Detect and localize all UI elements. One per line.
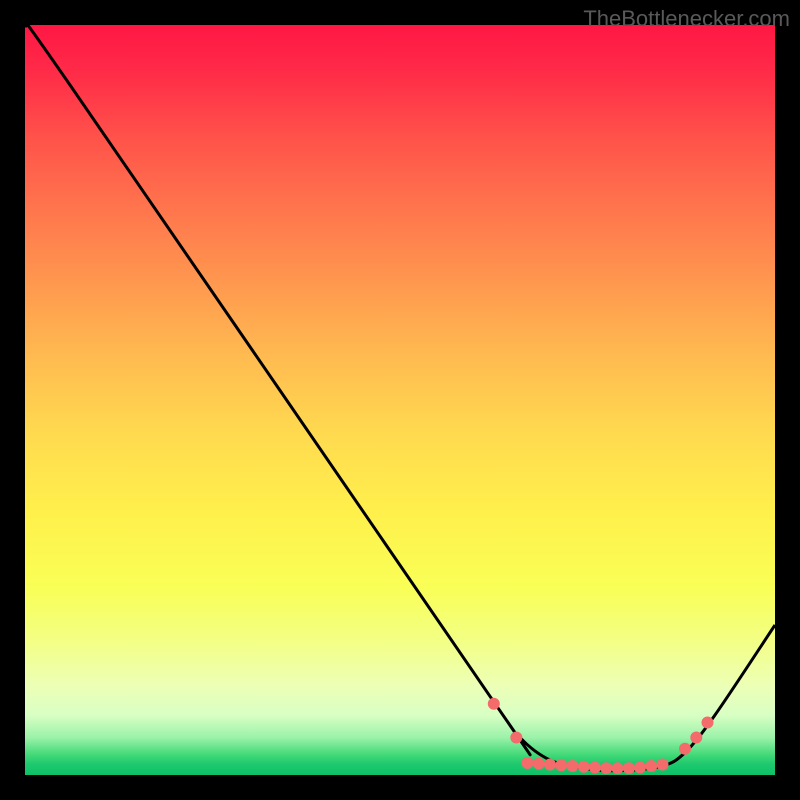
data-marker bbox=[544, 759, 556, 771]
data-marker bbox=[522, 757, 534, 769]
data-marker bbox=[510, 732, 522, 744]
data-marker bbox=[488, 698, 500, 710]
data-marker bbox=[657, 759, 669, 771]
data-marker bbox=[645, 760, 657, 772]
data-marker bbox=[702, 717, 714, 729]
watermark-text: TheBottlenecker.com bbox=[583, 6, 790, 32]
data-marker bbox=[679, 743, 691, 755]
data-marker bbox=[612, 762, 624, 774]
data-marker bbox=[589, 762, 601, 774]
plot-area bbox=[25, 25, 775, 775]
data-marker bbox=[634, 762, 646, 774]
data-marker bbox=[623, 762, 635, 774]
data-marker bbox=[533, 758, 545, 770]
chart-container: TheBottlenecker.com bbox=[0, 0, 800, 800]
chart-svg bbox=[25, 25, 775, 775]
data-marker bbox=[567, 760, 579, 772]
chart-background bbox=[25, 25, 775, 775]
data-marker bbox=[578, 761, 590, 773]
data-marker bbox=[555, 759, 567, 771]
data-marker bbox=[690, 732, 702, 744]
data-marker bbox=[600, 762, 612, 774]
